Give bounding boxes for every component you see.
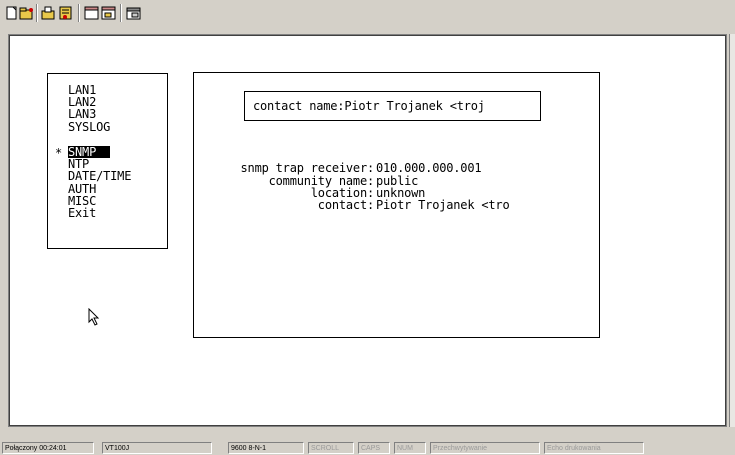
status-settings: 9600 8-N-1 [228, 442, 304, 454]
status-caps: CAPS [358, 442, 390, 454]
menu-item-lan3[interactable]: LAN3 [68, 108, 96, 120]
open-icon[interactable] [19, 5, 35, 21]
status-scroll: SCROLL [308, 442, 354, 454]
toolbar-separator [78, 4, 80, 22]
status-bar: Połączony 00:24:01 VT100J 9600 8-N-1 SCR… [0, 441, 735, 455]
status-num: NUM [394, 442, 426, 454]
receive-icon[interactable] [101, 5, 117, 21]
status-capture: Przechwytywanie [430, 442, 540, 454]
field-label-trap-receiver: snmp trap receiver: [240, 161, 375, 175]
menu-item-exit[interactable]: Exit [68, 207, 96, 219]
status-emulation: VT100J [102, 442, 212, 454]
connect-icon[interactable] [58, 5, 74, 21]
mouse-pointer-icon [88, 307, 100, 330]
properties-icon[interactable] [126, 5, 142, 21]
toolbar-separator [120, 4, 122, 22]
send-icon[interactable] [84, 5, 100, 21]
toolbar [0, 0, 735, 26]
disconnect-icon[interactable] [41, 5, 57, 21]
menu-item-date-time[interactable]: DATE/TIME [68, 170, 131, 182]
vertical-scrollbar[interactable] [729, 34, 735, 427]
menu-box [47, 73, 168, 249]
field-label-contact: contact: [317, 198, 374, 212]
toolbar-separator [36, 4, 38, 22]
contact-name-input-text: contact name:Piotr Trojanek <troj [253, 99, 485, 113]
status-connected: Połączony 00:24:01 [2, 442, 94, 454]
field-value-contact: Piotr Trojanek <tro [376, 198, 510, 212]
contact-name-input[interactable]: contact name:Piotr Trojanek <troj [244, 91, 541, 121]
status-echo: Echo drukowania [544, 442, 644, 454]
menu-selection-marker: * [55, 146, 63, 160]
field-value-trap-receiver: 010.000.000.001 [376, 161, 482, 175]
new-icon[interactable] [4, 5, 20, 21]
menu-item-syslog[interactable]: SYSLOG [68, 121, 110, 133]
